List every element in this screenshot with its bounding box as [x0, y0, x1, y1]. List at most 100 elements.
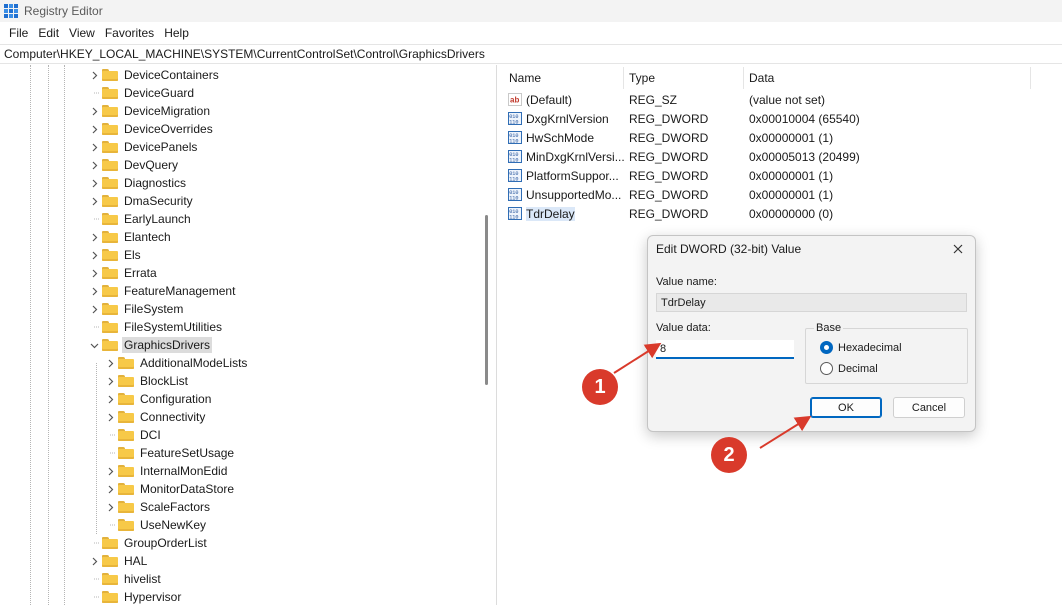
tree-item[interactable]: hivelist — [88, 570, 163, 588]
tree-item[interactable]: BlockList — [104, 372, 190, 390]
menu-favorites[interactable]: Favorites — [100, 26, 159, 40]
tree-item-label: FeatureSetUsage — [140, 446, 235, 460]
chevron-down-icon[interactable] — [88, 336, 100, 354]
tree-item[interactable]: GraphicsDrivers — [88, 336, 213, 354]
tree-item-label: DevQuery — [124, 158, 179, 172]
menu-view[interactable]: View — [64, 26, 100, 40]
tree-item[interactable]: Hypervisor — [88, 588, 183, 605]
chevron-right-icon[interactable] — [88, 264, 100, 282]
tree-item[interactable]: HAL — [88, 552, 149, 570]
value-name-cell: ab (Default) — [508, 90, 572, 109]
chevron-right-icon[interactable] — [104, 408, 116, 426]
tree-item[interactable]: Els — [88, 246, 143, 264]
tree-item[interactable]: ScaleFactors — [104, 498, 212, 516]
value-name-text: UnsupportedMo... — [526, 187, 622, 202]
folder-icon — [102, 321, 118, 333]
tree-item[interactable]: FileSystem — [88, 300, 185, 318]
column-separator[interactable] — [743, 67, 744, 89]
tree-item[interactable]: DmaSecurity — [88, 192, 195, 210]
column-header-type[interactable]: Type — [629, 67, 655, 89]
chevron-right-icon[interactable] — [88, 138, 100, 156]
tree-item[interactable]: DCI — [104, 426, 163, 444]
value-data-input[interactable]: 8 — [656, 340, 794, 359]
chevron-right-icon[interactable] — [104, 462, 116, 480]
tree-item[interactable]: GroupOrderList — [88, 534, 209, 552]
tree-item-label: Configuration — [140, 392, 212, 406]
tree-item[interactable]: DeviceOverrides — [88, 120, 215, 138]
chevron-right-icon[interactable] — [88, 300, 100, 318]
value-row[interactable]: 010 110 PlatformSuppor... REG_DWORD 0x000000… — [502, 166, 1030, 185]
hexadecimal-radio[interactable] — [820, 341, 833, 354]
tree-scrollbar-thumb[interactable] — [485, 215, 488, 385]
value-row[interactable]: 010 110 MinDxgKrnlVersi... REG_DWORD 0x00005… — [502, 147, 1030, 166]
chevron-right-icon[interactable] — [104, 498, 116, 516]
column-header-name[interactable]: Name — [509, 67, 541, 89]
chevron-right-icon[interactable] — [88, 156, 100, 174]
close-icon[interactable] — [949, 240, 967, 258]
value-row[interactable]: ab (Default) REG_SZ (value not set) — [502, 90, 1030, 109]
cancel-button[interactable]: Cancel — [893, 397, 965, 418]
tree-item-label: Elantech — [124, 230, 171, 244]
folder-icon — [102, 69, 118, 81]
folder-icon — [102, 87, 118, 99]
tree-connector — [88, 588, 100, 605]
tree-item[interactable]: Errata — [88, 264, 159, 282]
tree-item[interactable]: DeviceGuard — [88, 84, 196, 102]
column-separator[interactable] — [623, 67, 624, 89]
chevron-right-icon[interactable] — [88, 228, 100, 246]
chevron-right-icon[interactable] — [104, 354, 116, 372]
address-bar[interactable]: Computer\HKEY_LOCAL_MACHINE\SYSTEM\Curre… — [0, 44, 1062, 64]
tree-item[interactable]: Elantech — [88, 228, 173, 246]
column-separator[interactable] — [1030, 67, 1031, 89]
tree-item[interactable]: EarlyLaunch — [88, 210, 193, 228]
tree-item[interactable]: FeatureManagement — [88, 282, 237, 300]
chevron-right-icon[interactable] — [104, 390, 116, 408]
chevron-right-icon[interactable] — [88, 282, 100, 300]
value-row[interactable]: 010 110 TdrDelay REG_DWORD 0x00000000 (0) — [502, 204, 1030, 223]
value-row[interactable]: 010 110 HwSchMode REG_DWORD 0x00000001 (1) — [502, 128, 1030, 147]
menu-file[interactable]: File — [4, 26, 33, 40]
tree-item[interactable]: Configuration — [104, 390, 213, 408]
chevron-right-icon[interactable] — [88, 246, 100, 264]
folder-icon — [102, 267, 118, 279]
chevron-right-icon[interactable] — [104, 480, 116, 498]
folder-icon — [102, 141, 118, 153]
chevron-right-icon[interactable] — [88, 120, 100, 138]
tree-item[interactable]: DevQuery — [88, 156, 180, 174]
base-group — [805, 328, 968, 384]
chevron-right-icon[interactable] — [88, 66, 100, 84]
tree-item-label: GroupOrderList — [124, 536, 207, 550]
tree-item[interactable]: DeviceContainers — [88, 66, 221, 84]
chevron-right-icon[interactable] — [88, 552, 100, 570]
value-row[interactable]: 010 110 DxgKrnlVersion REG_DWORD 0x00010004 … — [502, 109, 1030, 128]
tree-connector — [88, 84, 100, 102]
menu-help[interactable]: Help — [159, 26, 194, 40]
chevron-right-icon[interactable] — [88, 174, 100, 192]
chevron-right-icon[interactable] — [104, 372, 116, 390]
value-row[interactable]: 010 110 UnsupportedMo... REG_DWORD 0x0000000… — [502, 185, 1030, 204]
ok-button[interactable]: OK — [810, 397, 882, 418]
tree-item[interactable]: FileSystemUtilities — [88, 318, 224, 336]
tree-item[interactable]: MonitorDataStore — [104, 480, 236, 498]
chevron-right-icon[interactable] — [88, 192, 100, 210]
tree-item[interactable]: UseNewKey — [104, 516, 208, 534]
chevron-right-icon[interactable] — [88, 102, 100, 120]
registry-key-tree[interactable]: DeviceContainers DeviceGuard DeviceMigrati… — [0, 65, 497, 605]
tree-item-label: FileSystem — [124, 302, 184, 316]
menu-edit[interactable]: Edit — [33, 26, 64, 40]
tree-item[interactable]: AdditionalModeLists — [104, 354, 249, 372]
tree-item[interactable]: Diagnostics — [88, 174, 188, 192]
decimal-option[interactable]: Decimal — [820, 362, 878, 375]
decimal-radio[interactable] — [820, 362, 833, 375]
tree-item[interactable]: DevicePanels — [88, 138, 199, 156]
edit-dword-dialog: Edit DWORD (32-bit) Value Value name: Td… — [647, 235, 976, 432]
value-type-cell: REG_DWORD — [629, 206, 709, 221]
tree-item[interactable]: Connectivity — [104, 408, 207, 426]
folder-icon — [102, 159, 118, 171]
tree-item[interactable]: FeatureSetUsage — [104, 444, 236, 462]
tree-item[interactable]: InternalMonEdid — [104, 462, 229, 480]
tree-guide-line — [48, 65, 49, 605]
tree-item[interactable]: DeviceMigration — [88, 102, 212, 120]
hexadecimal-option[interactable]: Hexadecimal — [820, 341, 902, 354]
column-header-data[interactable]: Data — [749, 67, 774, 89]
